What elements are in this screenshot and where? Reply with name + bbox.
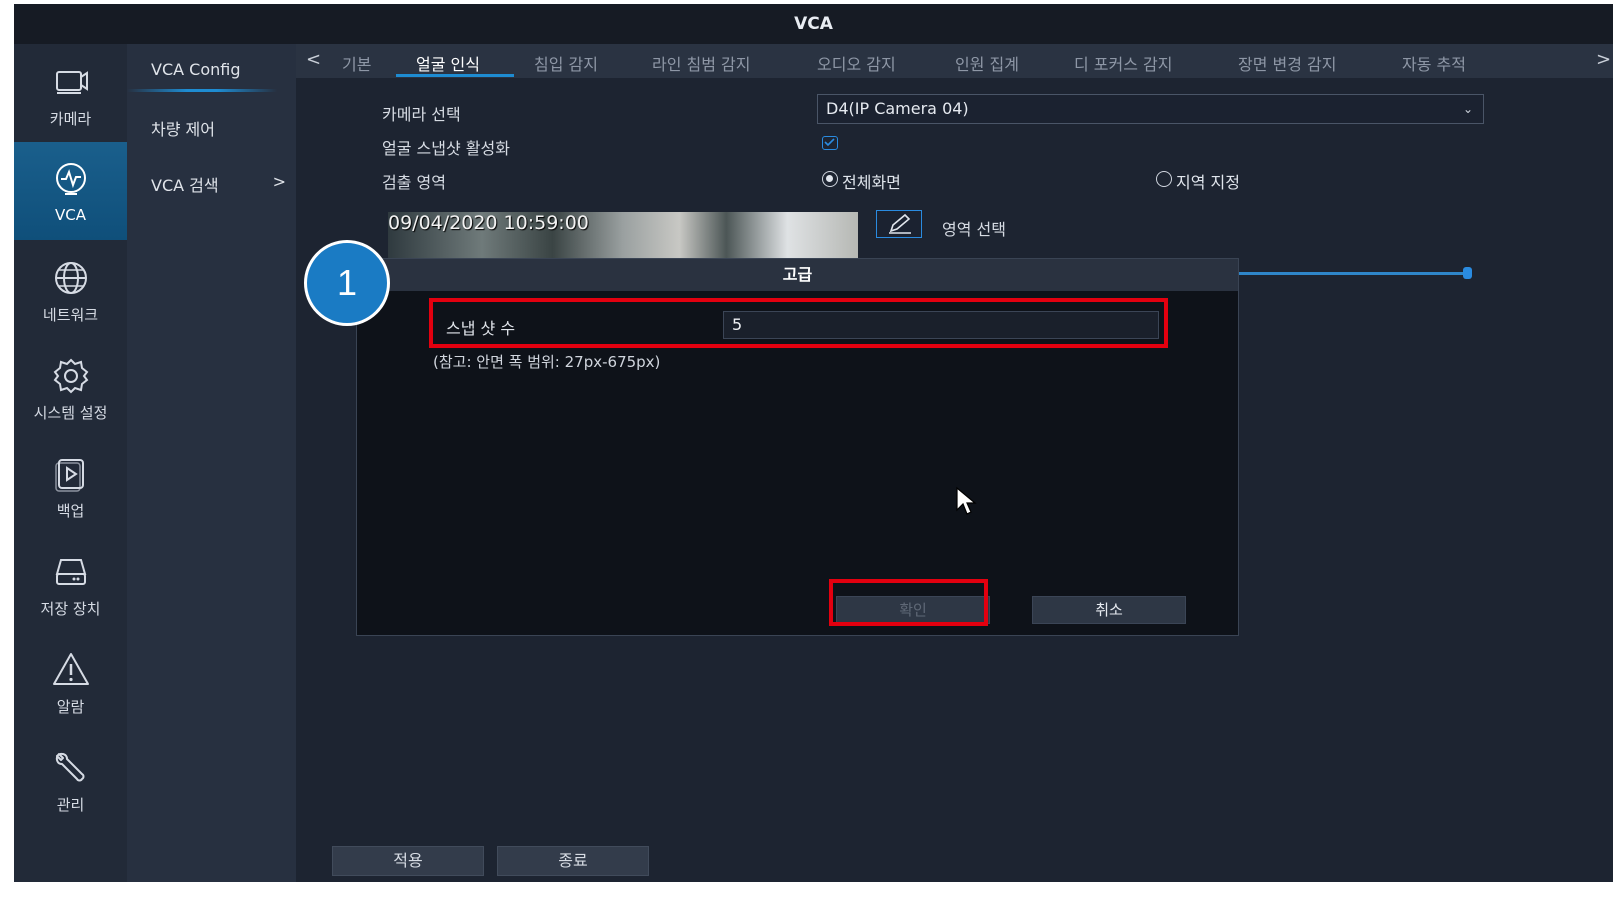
warning-icon — [52, 653, 89, 685]
main-nav: 카메라 VCA 네트워크 시스템 설정 백업 저장 장치 알람 관리 — [14, 44, 127, 882]
nav-item-network[interactable]: 네트워크 — [14, 240, 127, 338]
tab-audio-detection[interactable]: 오디오 감지 — [817, 51, 896, 75]
radio-region-label: 지역 지정 — [1176, 173, 1240, 192]
nav-item-label: VCA — [55, 206, 86, 224]
checkmark-icon — [824, 138, 835, 147]
face-width-note: (참고: 안면 폭 범위: 27px-675px) — [433, 353, 661, 371]
tab-scene-change[interactable]: 장면 변경 감지 — [1238, 51, 1337, 75]
cancel-button[interactable]: 취소 — [1032, 596, 1186, 624]
nav-item-system-settings[interactable]: 시스템 설정 — [14, 338, 127, 436]
nav-item-label: 백업 — [56, 502, 85, 520]
submenu-item-vehicle-control[interactable]: 차량 제어 — [151, 116, 215, 140]
chevron-down-icon: ⌄ — [1462, 102, 1473, 116]
tab-scroll-left-icon[interactable]: < — [306, 49, 321, 70]
nav-item-storage[interactable]: 저장 장치 — [14, 534, 127, 632]
apply-button[interactable]: 적용 — [332, 846, 484, 876]
submenu-item-label: VCA 검색 — [151, 176, 219, 195]
camera-select-value: D4(IP Camera 04) — [826, 99, 969, 118]
detection-area-label: 검출 영역 — [382, 173, 446, 192]
camera-preview[interactable]: 09/04/2020 10:59:00 — [388, 212, 858, 260]
nav-item-label: 시스템 설정 — [33, 404, 108, 422]
dialog-title: 고급 — [357, 259, 1238, 291]
sensitivity-slider[interactable] — [1236, 272, 1466, 275]
tab-people-counting[interactable]: 인원 집계 — [955, 51, 1019, 75]
slider-handle[interactable] — [1463, 267, 1472, 279]
highlight-ok-button — [829, 579, 988, 626]
nav-item-label: 알람 — [56, 698, 85, 716]
highlight-snapshot-count — [429, 298, 1168, 348]
area-select-label: 영역 선택 — [942, 220, 1006, 239]
camera-select[interactable]: D4(IP Camera 04) ⌄ — [817, 94, 1484, 124]
pencil-icon — [889, 213, 911, 234]
submenu-active-indicator — [127, 89, 277, 92]
radio-full-screen-label: 전체화면 — [842, 173, 901, 192]
storage-icon — [55, 559, 86, 585]
submenu-item-vca-search[interactable]: VCA 검색 > — [151, 172, 286, 196]
gear-icon — [53, 358, 88, 394]
nav-item-label: 관리 — [56, 796, 85, 814]
close-button[interactable]: 종료 — [497, 846, 649, 876]
nav-item-alarm[interactable]: 알람 — [14, 632, 127, 730]
tab-face-recognition[interactable]: 얼굴 인식 — [416, 51, 480, 75]
submenu-item-vca-config[interactable]: VCA Config — [151, 60, 240, 79]
nav-item-label: 카메라 — [49, 110, 92, 128]
vca-submenu: VCA Config 차량 제어 VCA 검색 > — [127, 44, 296, 882]
nav-item-label: 네트워크 — [42, 306, 99, 324]
radio-full-screen[interactable] — [822, 171, 838, 187]
submenu-item-label: VCA Config — [151, 60, 241, 79]
face-snapshot-checkbox[interactable] — [822, 136, 838, 150]
nav-item-management[interactable]: 관리 — [14, 730, 127, 828]
globe-icon — [54, 262, 87, 294]
tab-auto-tracking[interactable]: 자동 추적 — [1402, 51, 1466, 75]
vca-icon — [55, 163, 86, 195]
active-tab-indicator — [396, 74, 514, 77]
mouse-cursor-icon — [956, 486, 977, 515]
area-edit-button[interactable] — [876, 210, 922, 238]
tab-basic[interactable]: 기본 — [342, 51, 371, 75]
tab-bar: < 기본 얼굴 인식 침입 감지 라인 침범 감지 오디오 감지 인원 집계 디… — [296, 44, 1613, 78]
camera-select-label: 카메라 선택 — [382, 105, 461, 124]
tab-line-crossing[interactable]: 라인 침범 감지 — [652, 51, 751, 75]
backup-icon — [54, 459, 84, 492]
nav-item-camera[interactable]: 카메라 — [14, 44, 127, 142]
nav-item-label: 저장 장치 — [40, 600, 101, 618]
nav-item-vca[interactable]: VCA — [14, 142, 127, 240]
radio-region[interactable] — [1156, 171, 1172, 187]
submenu-item-label: 차량 제어 — [151, 120, 215, 139]
tab-intrusion-detection[interactable]: 침입 감지 — [534, 51, 598, 75]
window-title: VCA — [14, 4, 1613, 44]
nav-item-backup[interactable]: 백업 — [14, 436, 127, 534]
preview-timestamp: 09/04/2020 10:59:00 — [388, 212, 589, 234]
step-badge: 1 — [304, 240, 390, 326]
camera-icon — [55, 71, 88, 94]
tab-defocus-detection[interactable]: 디 포커스 감지 — [1074, 51, 1173, 75]
chevron-right-icon: > — [272, 172, 286, 191]
face-snapshot-label: 얼굴 스냅샷 활성화 — [382, 139, 510, 158]
wrench-icon — [55, 752, 84, 782]
tab-scroll-right-icon[interactable]: > — [1596, 49, 1611, 70]
